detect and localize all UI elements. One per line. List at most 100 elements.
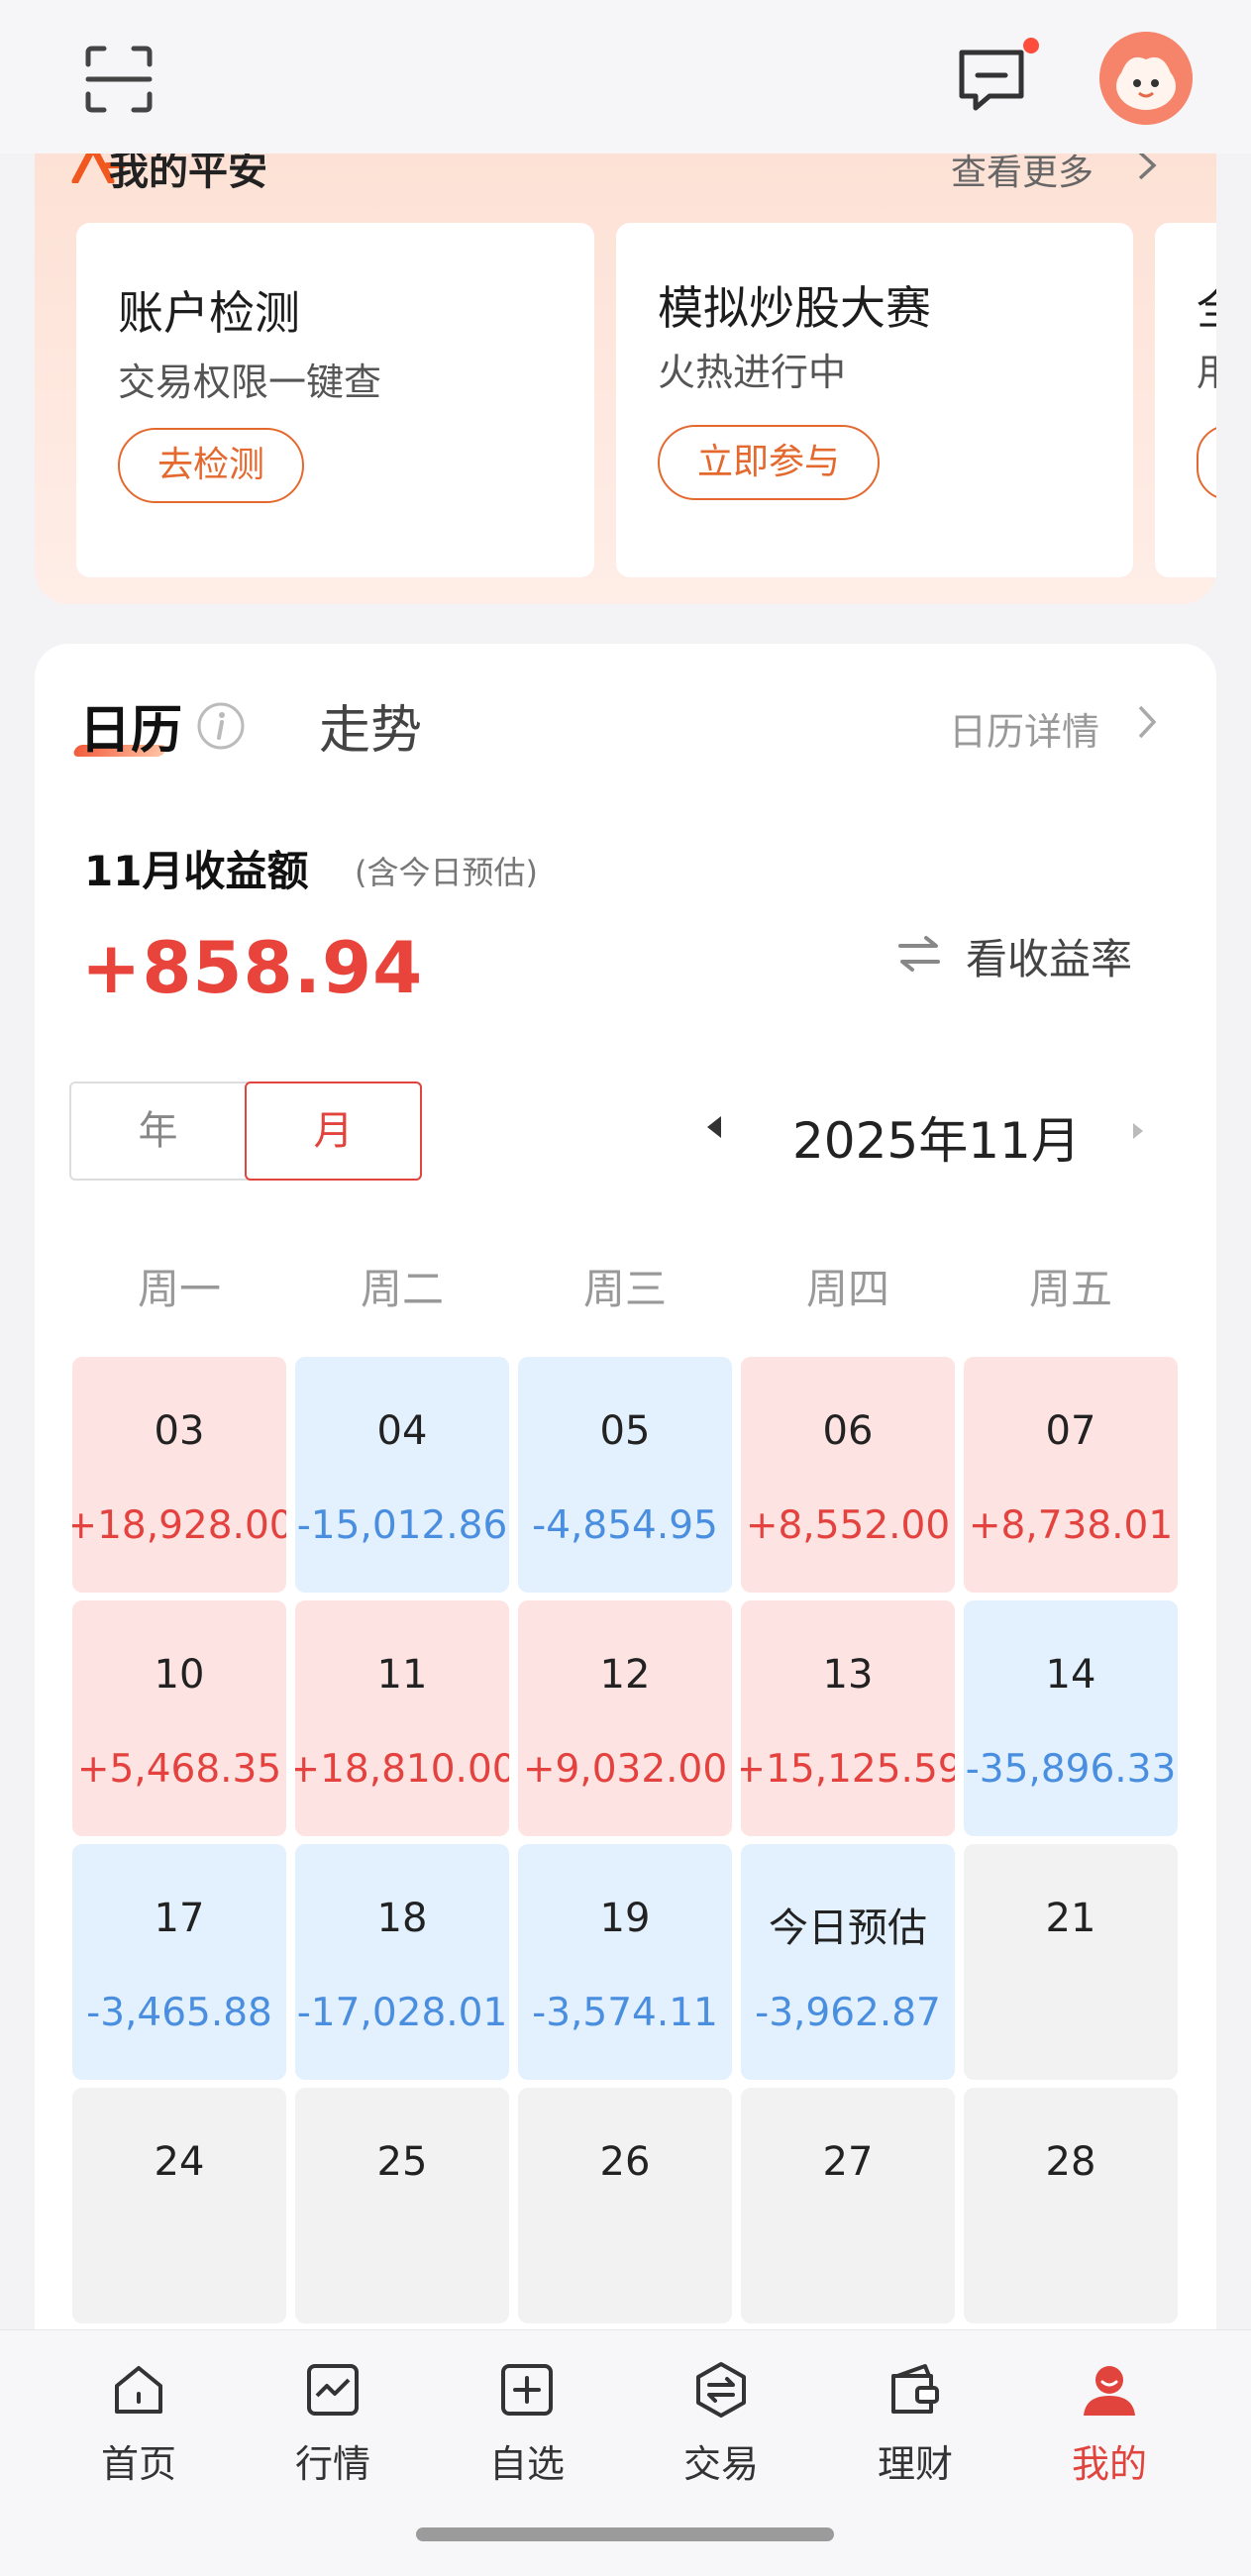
calendar-day[interactable]: 24 (72, 2088, 286, 2323)
day-number: 13 (822, 1652, 874, 1698)
day-pnl: -3,465.88 (86, 1991, 272, 2035)
calendar-day[interactable]: 11 +18,810.00 (295, 1600, 509, 1836)
current-year-month: 2025年11月 (792, 1112, 1081, 1170)
month-earnings-note: (含今日预估) (355, 854, 538, 891)
notification-dot (1023, 38, 1039, 53)
promo-card-contest[interactable]: 模拟炒股大赛 火热进行中 立即参与 (616, 223, 1133, 577)
day-number: 10 (154, 1652, 205, 1698)
calendar-day[interactable]: 12 +9,032.00 (518, 1600, 732, 1836)
calendar-day[interactable]: 25 (295, 2088, 509, 2323)
day-pnl: -3,574.11 (532, 1991, 718, 2035)
day-number: 24 (154, 2139, 205, 2185)
day-pnl: -15,012.86 (296, 1503, 508, 1548)
promo-card-title: 账户检测 (118, 286, 300, 340)
nav-mine[interactable]: 我的 (1012, 2330, 1206, 2548)
calendar-day[interactable]: 13 +15,125.59 (741, 1600, 955, 1836)
day-number: 11 (376, 1652, 428, 1698)
day-number: 27 (822, 2139, 874, 2185)
calendar-day[interactable]: 18 -17,028.01 (295, 1844, 509, 2080)
day-pnl: -3,962.87 (755, 1991, 941, 2035)
day-number: 28 (1045, 2139, 1096, 2185)
promo-card-account-check[interactable]: 账户检测 交易权限一键查 去检测 (76, 223, 594, 577)
weekday-label: 周二 (360, 1265, 444, 1313)
day-pnl: +18,810.00 (295, 1747, 509, 1792)
calendar-day[interactable]: 14 -35,896.33 (964, 1600, 1178, 1836)
day-pnl: -4,854.95 (532, 1503, 718, 1548)
day-number: 21 (1045, 1896, 1096, 1941)
day-number: 05 (599, 1408, 651, 1454)
calendar-day[interactable]: 05 -4,854.95 (518, 1357, 732, 1593)
calendar-day[interactable]: 27 (741, 2088, 955, 2323)
promo-card-subtitle: 交易权限一键查 (118, 361, 382, 404)
tab-calendar[interactable]: 日历 (79, 688, 182, 763)
weekday-label: 周三 (582, 1265, 667, 1313)
calendar-day[interactable]: 06 +8,552.00 (741, 1357, 955, 1593)
nav-label: 我的 (1071, 2442, 1147, 2486)
chart-icon (307, 2364, 359, 2416)
nav-home[interactable]: 首页 (42, 2330, 236, 2548)
check-button[interactable]: 去检测 (118, 428, 305, 503)
day-number: 25 (376, 2139, 428, 2185)
nav-label: 理财 (877, 2442, 953, 2486)
calendar-day[interactable]: 19 -3,574.11 (518, 1844, 732, 2080)
promo-card-partial[interactable]: 全 用 (1155, 223, 1216, 577)
home-icon (115, 2366, 162, 2414)
day-number: 07 (1045, 1408, 1096, 1454)
nav-label: 行情 (294, 2442, 370, 2486)
profile-icon (1084, 2366, 1135, 2416)
day-number: 19 (599, 1896, 651, 1941)
day-pnl: +5,468.35 (76, 1747, 282, 1792)
calendar-detail-link[interactable]: 日历详情 (949, 701, 1099, 756)
day-number: 17 (154, 1896, 205, 1941)
info-icon[interactable] (196, 701, 246, 751)
promo-card-title: 模拟炒股大赛 (658, 281, 931, 335)
calendar-day[interactable]: 17 -3,465.88 (72, 1844, 286, 2080)
calendar-day-today-estimate[interactable]: 今日预估 -3,962.87 (741, 1844, 955, 2080)
nav-watchlist[interactable]: 自选 (430, 2330, 624, 2548)
top-bar (0, 0, 1251, 154)
calendar-day[interactable]: 28 (964, 2088, 1178, 2323)
toggle-year[interactable]: 年 (71, 1083, 245, 1179)
nav-market[interactable]: 行情 (236, 2330, 430, 2548)
promo-card-button[interactable] (1197, 425, 1216, 500)
exchange-icon (696, 2362, 746, 2418)
calendar-day[interactable]: 03 +18,928.00 (72, 1357, 286, 1593)
calendar-day[interactable]: 26 (518, 2088, 732, 2323)
promo-card-title: 全 (1197, 272, 1216, 338)
avatar[interactable] (1099, 32, 1193, 125)
day-pnl: +15,125.59 (741, 1747, 955, 1792)
weekday-label: 周一 (137, 1265, 221, 1313)
weekday-label: 周四 (805, 1265, 889, 1313)
next-month-icon[interactable] (1131, 1121, 1145, 1141)
day-number: 04 (376, 1408, 428, 1454)
swap-icon[interactable] (896, 934, 942, 974)
nav-wealth[interactable]: 理财 (818, 2330, 1012, 2548)
day-number: 26 (599, 2139, 651, 2185)
view-return-rate-toggle[interactable]: 看收益率 (966, 926, 1132, 986)
chevron-right-icon[interactable] (1134, 703, 1160, 741)
weekday-label: 周五 (1028, 1265, 1112, 1313)
day-pnl: +8,738.01 (968, 1503, 1174, 1548)
tab-trend[interactable]: 走势 (319, 688, 422, 763)
promo-card-subtitle: 火热进行中 (658, 351, 847, 394)
calendar-day[interactable]: 10 +5,468.35 (72, 1600, 286, 1836)
day-number: 14 (1045, 1652, 1096, 1698)
month-earnings-label: 11月收益额 (84, 847, 309, 895)
scan-icon[interactable] (84, 45, 154, 114)
chevron-right-icon[interactable] (1134, 149, 1160, 182)
home-indicator[interactable] (416, 2527, 834, 2541)
day-pnl: +8,552.00 (745, 1503, 951, 1548)
message-icon[interactable] (956, 45, 1027, 116)
calendar-day[interactable]: 04 -15,012.86 (295, 1357, 509, 1593)
prev-month-icon[interactable] (705, 1114, 723, 1140)
join-button[interactable]: 立即参与 (658, 425, 881, 500)
calendar-day[interactable]: 21 (964, 1844, 1178, 2080)
nav-trade[interactable]: 交易 (624, 2330, 818, 2548)
toggle-month[interactable]: 月 (245, 1082, 422, 1181)
month-earnings-amount: +858.94 (81, 926, 424, 1009)
add-icon (501, 2364, 553, 2416)
day-number: 03 (154, 1408, 205, 1454)
day-number: 06 (822, 1408, 874, 1454)
calendar-day[interactable]: 07 +8,738.01 (964, 1357, 1178, 1593)
promo-card-subtitle: 用 (1197, 351, 1216, 394)
